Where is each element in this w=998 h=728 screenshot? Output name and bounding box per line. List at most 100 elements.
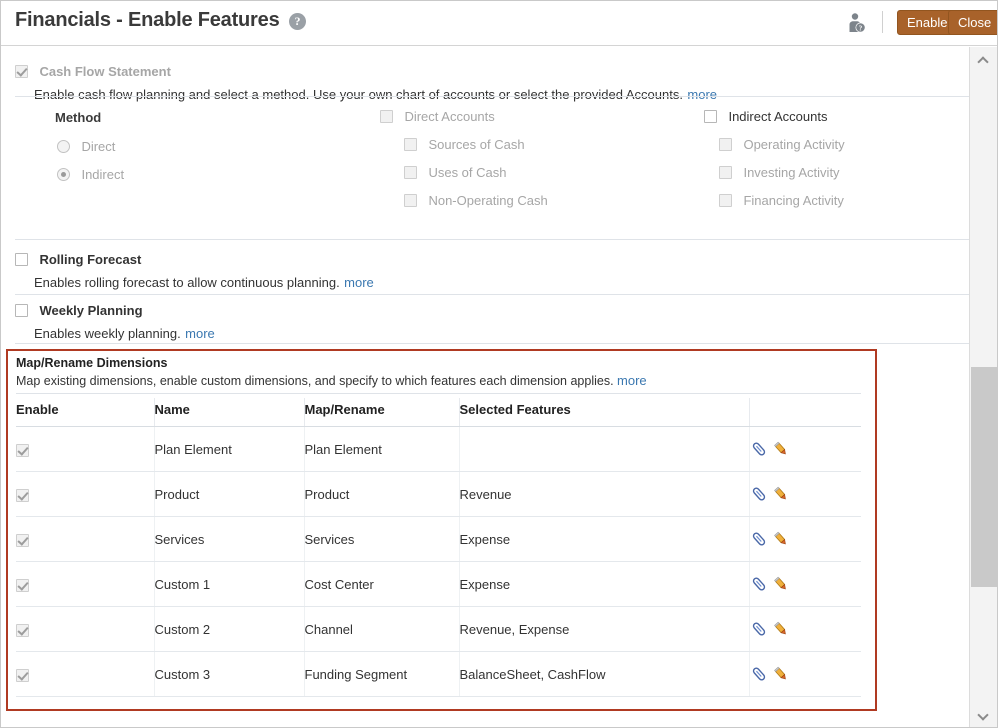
table-row: Plan Element Plan Element	[16, 426, 861, 472]
weekly-planning-label: Weekly Planning	[39, 303, 143, 319]
edit-pencil-icon[interactable]	[772, 530, 790, 548]
row-enable-cell	[16, 561, 155, 607]
edit-pencil-icon[interactable]	[772, 665, 790, 683]
row-actions	[749, 426, 861, 472]
scroll-up-button[interactable]	[970, 47, 997, 71]
vertical-scrollbar[interactable]	[969, 47, 997, 727]
scroll-down-button[interactable]	[970, 704, 997, 727]
row-enable-cell	[16, 516, 155, 562]
non-operating-cash-checkbox[interactable]	[404, 194, 417, 208]
method-direct-label: Direct	[81, 139, 116, 155]
divider-after-cash-flow-options	[15, 239, 969, 240]
close-button[interactable]: Close	[948, 10, 997, 35]
row-name: Plan Element	[154, 426, 305, 472]
rolling-forecast-more-link[interactable]: more	[344, 275, 374, 290]
edit-pencil-icon[interactable]	[772, 485, 790, 503]
page-header: Financials - Enable Features ? ? Enable …	[1, 1, 997, 46]
cash-flow-statement-label: Cash Flow Statement	[39, 64, 171, 80]
map-rename-more-link[interactable]: more	[617, 373, 647, 388]
scroll-thumb[interactable]	[971, 367, 997, 587]
map-rename-dimensions-panel: Map/Rename Dimensions Map existing dimen…	[6, 349, 877, 711]
table-row: Custom 1 Cost Center Expense	[16, 561, 861, 607]
user-help-icon[interactable]: ?	[844, 11, 870, 35]
row-name: Product	[154, 471, 305, 517]
cash-flow-statement-checkbox[interactable]	[15, 65, 28, 79]
direct-accounts-checkbox[interactable]	[380, 110, 393, 124]
column-header-map-rename: Map/Rename	[304, 398, 460, 427]
rolling-forecast-checkbox[interactable]	[15, 253, 28, 267]
divider-after-weekly-planning	[15, 343, 969, 344]
row-enable-checkbox[interactable]	[16, 623, 29, 637]
attach-icon[interactable]	[750, 620, 768, 638]
investing-activity-checkbox[interactable]	[719, 166, 732, 180]
sources-of-cash-checkbox[interactable]	[404, 138, 417, 152]
edit-pencil-icon[interactable]	[772, 620, 790, 638]
map-rename-title: Map/Rename Dimensions	[16, 356, 168, 370]
row-enable-checkbox[interactable]	[16, 668, 29, 682]
row-enable-cell	[16, 606, 155, 652]
uses-of-cash-checkbox[interactable]	[404, 166, 417, 180]
row-selected-features: Expense	[459, 516, 750, 562]
chevron-down-icon	[977, 709, 989, 721]
cash-flow-description: Enable cash flow planning and select a m…	[34, 87, 683, 102]
rolling-forecast-label: Rolling Forecast	[39, 252, 142, 268]
row-name: Custom 3	[154, 651, 305, 697]
operating-activity-label: Operating Activity	[743, 137, 845, 153]
page-title: Financials - Enable Features	[15, 9, 280, 31]
features-scroll-region: Cash Flow Statement Enable cash flow pla…	[1, 47, 969, 727]
attach-icon[interactable]	[750, 485, 768, 503]
divider-after-cash-flow-desc	[15, 96, 969, 97]
financing-activity-label: Financing Activity	[743, 193, 844, 209]
row-enable-checkbox[interactable]	[16, 488, 29, 502]
weekly-planning-more-link[interactable]: more	[185, 326, 215, 341]
row-selected-features: BalanceSheet, CashFlow	[459, 651, 750, 697]
method-radio-indirect[interactable]	[57, 168, 70, 182]
weekly-planning-checkbox[interactable]	[15, 304, 28, 318]
column-header-enable: Enable	[16, 398, 155, 427]
attach-icon[interactable]	[750, 440, 768, 458]
row-selected-features	[459, 426, 750, 472]
row-enable-checkbox[interactable]	[16, 533, 29, 547]
table-row: Custom 3 Funding Segment BalanceSheet, Cas…	[16, 651, 861, 697]
method-indirect-label: Indirect	[81, 167, 125, 183]
row-name: Custom 1	[154, 561, 305, 607]
row-enable-checkbox[interactable]	[16, 443, 29, 457]
financing-activity-checkbox[interactable]	[719, 194, 732, 208]
table-row: Services Services Expense	[16, 516, 861, 562]
row-map-rename: Funding Segment	[304, 651, 460, 697]
row-map-rename: Product	[304, 471, 460, 517]
row-enable-checkbox[interactable]	[16, 578, 29, 592]
method-radio-direct[interactable]	[57, 140, 70, 154]
attach-icon[interactable]	[750, 575, 768, 593]
row-actions	[749, 471, 861, 517]
investing-activity-label: Investing Activity	[743, 165, 840, 181]
edit-pencil-icon[interactable]	[772, 440, 790, 458]
dimensions-table-header-row: Enable Name Map/Rename Selected Features	[16, 398, 861, 427]
indirect-accounts-checkbox[interactable]	[704, 110, 717, 124]
edit-pencil-icon[interactable]	[772, 575, 790, 593]
row-actions	[749, 606, 861, 652]
row-map-rename: Plan Element	[304, 426, 460, 472]
dimensions-table: Enable Name Map/Rename Selected Features…	[16, 398, 861, 697]
svg-text:?: ?	[859, 24, 863, 32]
operating-activity-checkbox[interactable]	[719, 138, 732, 152]
row-name: Services	[154, 516, 305, 562]
map-rename-description-row: Map existing dimensions, enable custom d…	[16, 373, 647, 388]
row-map-rename: Services	[304, 516, 460, 562]
cash-flow-more-link[interactable]: more	[687, 87, 717, 102]
row-actions	[749, 651, 861, 697]
column-header-name: Name	[154, 398, 305, 427]
header-divider	[882, 11, 883, 33]
column-header-actions	[749, 398, 861, 427]
attach-icon[interactable]	[750, 530, 768, 548]
weekly-planning-description: Enables weekly planning.	[34, 326, 181, 341]
row-enable-cell	[16, 426, 155, 472]
help-icon[interactable]: ?	[289, 13, 306, 30]
uses-of-cash-label: Uses of Cash	[428, 165, 507, 181]
divider-after-rolling-forecast	[15, 294, 969, 295]
row-selected-features: Revenue	[459, 471, 750, 517]
map-rename-description: Map existing dimensions, enable custom d…	[16, 374, 614, 388]
row-enable-cell	[16, 471, 155, 517]
attach-icon[interactable]	[750, 665, 768, 683]
row-map-rename: Cost Center	[304, 561, 460, 607]
